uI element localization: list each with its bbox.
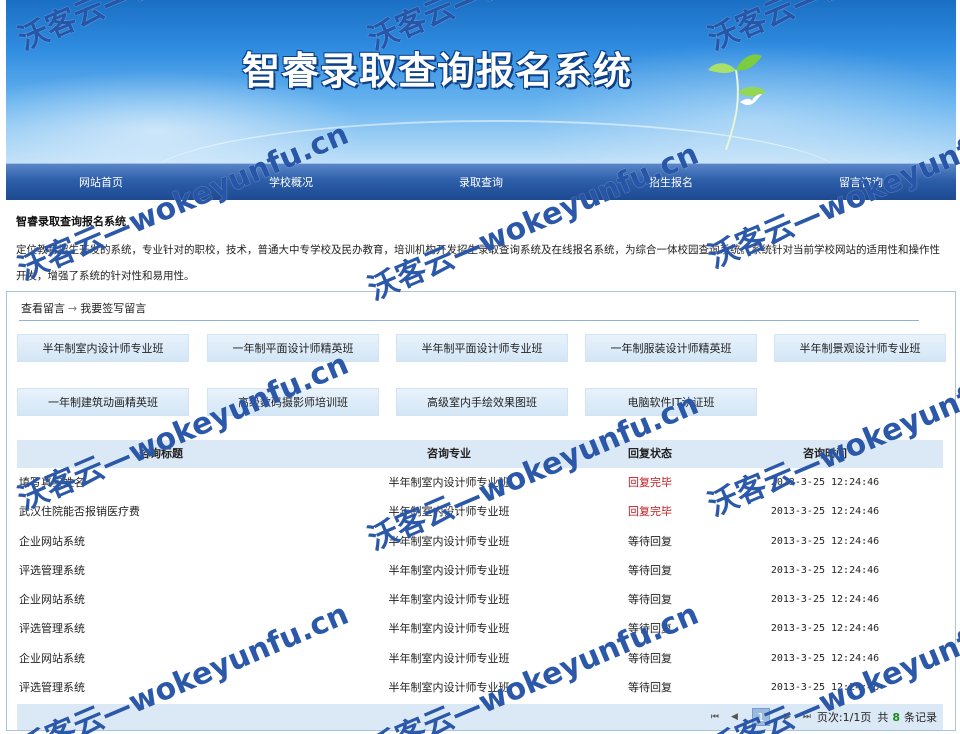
- table-row[interactable]: 武汉住院能否报销医疗费 半年制室内设计师专业班 回复完毕 2013-3-25 12:2…: [17, 497, 943, 526]
- total-prefix: 共: [877, 711, 889, 724]
- row-major: 半年制室内设计师专业班: [388, 505, 510, 519]
- course-button[interactable]: 半年制室内设计师专业班: [17, 334, 189, 362]
- row-time: 2013-3-25 12:24:46: [770, 594, 880, 606]
- row-title[interactable]: 武汉住院能否报销医疗费: [17, 497, 305, 526]
- nav-enrollment[interactable]: 招生报名: [576, 164, 766, 200]
- row-major: 半年制室内设计师专业班: [388, 681, 510, 695]
- row-major: 半年制室内设计师专业班: [388, 593, 510, 607]
- first-page-icon[interactable]: ⏮: [711, 712, 719, 722]
- col-major-header: 咨询专业: [427, 447, 471, 460]
- row-title[interactable]: 企业网站系统: [17, 585, 305, 614]
- table-row[interactable]: 评选管理系统 半年制室内设计师专业班 等待回复 2013-3-25 12:24:46: [17, 673, 943, 702]
- col-status-header: 回复状态: [628, 447, 672, 460]
- total-count: 8: [892, 710, 900, 724]
- row-time: 2013-3-25 12:24:46: [770, 682, 880, 694]
- course-button[interactable]: 一年制服装设计师精英班: [585, 334, 757, 362]
- row-status: 等待回复: [628, 534, 672, 548]
- table-row[interactable]: 企业网站系统 半年制室内设计师专业班 等待回复 2013-3-25 12:24:46: [17, 644, 943, 673]
- row-time: 2013-3-25 12:24:46: [770, 652, 880, 664]
- row-status: 等待回复: [628, 622, 672, 636]
- col-title-header: 咨询标题: [139, 447, 183, 460]
- intro-section: 智睿录取查询报名系统 定位教育招生开发的系统，专业针对的职校，技术，普通大中专学…: [16, 214, 946, 289]
- row-status: 回复完毕: [628, 476, 672, 489]
- course-button[interactable]: 高级数码摄影师培训班: [207, 388, 379, 416]
- next-page-icon[interactable]: ▶: [784, 712, 791, 722]
- intro-description: 定位教育招生开发的系统，专业针对的职校，技术，普通大中专学校及民办教育，培训机构…: [16, 244, 940, 282]
- header-banner: 智睿录取查询报名系统: [6, 0, 956, 163]
- divider: [19, 320, 919, 321]
- write-message-link[interactable]: 我要签写留言: [80, 302, 146, 315]
- row-time: 2013-3-25 12:24:46: [770, 564, 880, 576]
- message-panel: 查看留言 → 我要签写留言 半年制室内设计师专业班 一年制平面设计师精英班 半年制平…: [6, 291, 956, 731]
- col-time-header: 咨询时间: [803, 447, 847, 460]
- row-major: 半年制室内设计师专业班: [388, 534, 510, 548]
- row-status: 等待回复: [628, 681, 672, 695]
- row-title[interactable]: 评选管理系统: [17, 673, 305, 702]
- table-row[interactable]: 填写真实姓名 半年制室内设计师专业班 回复完毕 2013-3-25 12:24:46: [17, 468, 943, 497]
- row-title[interactable]: 填写真实姓名: [17, 468, 305, 497]
- breadcrumb-arrow: →: [68, 302, 78, 315]
- row-major: 半年制室内设计师专业班: [388, 622, 510, 636]
- row-major: 半年制室内设计师专业班: [388, 476, 510, 489]
- row-status: 等待回复: [628, 651, 672, 665]
- row-status: 等待回复: [628, 563, 672, 577]
- row-status: 回复完毕: [628, 505, 672, 519]
- table-row[interactable]: 评选管理系统 半年制室内设计师专业班 等待回复 2013-3-25 12:24:46: [17, 556, 943, 585]
- row-title[interactable]: 企业网站系统: [17, 527, 305, 556]
- prev-page-icon[interactable]: ◀: [731, 712, 738, 722]
- page-info: 页次:1/1页: [816, 711, 872, 724]
- nav-home[interactable]: 网站首页: [6, 164, 196, 200]
- row-time: 2013-3-25 12:24:46: [770, 477, 880, 488]
- breadcrumb: 查看留言 → 我要签写留言: [21, 300, 146, 316]
- row-title[interactable]: 企业网站系统: [17, 644, 305, 673]
- row-major: 半年制室内设计师专业班: [388, 651, 510, 665]
- course-button[interactable]: 半年制平面设计师专业班: [396, 334, 568, 362]
- last-page-icon[interactable]: ⏭: [803, 712, 811, 722]
- main-nav: 网站首页 学校概况 录取查询 招生报名 留言咨询: [6, 163, 956, 200]
- row-major: 半年制室内设计师专业班: [388, 563, 510, 577]
- table-body: 填写真实姓名 半年制室内设计师专业班 回复完毕 2013-3-25 12:24:46 武…: [17, 468, 943, 702]
- table-row[interactable]: 企业网站系统 半年制室内设计师专业班 等待回复 2013-3-25 12:24:46: [17, 527, 943, 556]
- nav-school-overview[interactable]: 学校概况: [196, 164, 386, 200]
- row-time: 2013-3-25 12:24:46: [770, 506, 880, 518]
- row-title[interactable]: 评选管理系统: [17, 614, 305, 643]
- nav-message-consult[interactable]: 留言咨询: [766, 164, 956, 200]
- consult-table: 咨询标题 咨询专业 回复状态 咨询时间 填写真实姓名 半年制室内设计师专业班 回复完…: [17, 440, 943, 702]
- course-button[interactable]: 半年制景观设计师专业班: [774, 334, 946, 362]
- row-time: 2013-3-25 12:24:46: [770, 623, 880, 635]
- row-title[interactable]: 评选管理系统: [17, 556, 305, 585]
- view-messages-link[interactable]: 查看留言: [21, 302, 65, 315]
- row-time: 2013-3-25 12:24:46: [770, 535, 880, 547]
- dove-icon: [740, 94, 762, 106]
- course-button[interactable]: 高级室内手绘效果图班: [396, 388, 568, 416]
- course-button[interactable]: 一年制建筑动画精英班: [17, 388, 189, 416]
- course-button[interactable]: 一年制平面设计师精英班: [207, 334, 379, 362]
- table-row[interactable]: 企业网站系统 半年制室内设计师专业班 等待回复 2013-3-25 12:24:46: [17, 585, 943, 614]
- pagination: ⏮ ◀ 1 ▶ ⏭ 页次:1/1页 共 8 条记录: [17, 704, 943, 730]
- course-button[interactable]: 电脑软件IT认证班: [585, 388, 757, 416]
- total-suffix: 条记录: [904, 711, 937, 724]
- row-status: 等待回复: [628, 593, 672, 607]
- table-row[interactable]: 评选管理系统 半年制室内设计师专业班 等待回复 2013-3-25 12:24:46: [17, 614, 943, 643]
- current-page-button[interactable]: 1: [751, 708, 770, 726]
- table-header: 咨询标题 咨询专业 回复状态 咨询时间: [17, 440, 943, 468]
- intro-title: 智睿录取查询报名系统: [16, 215, 126, 228]
- nav-admission-query[interactable]: 录取查询: [386, 164, 576, 200]
- site-title: 智睿录取查询报名系统: [242, 49, 633, 93]
